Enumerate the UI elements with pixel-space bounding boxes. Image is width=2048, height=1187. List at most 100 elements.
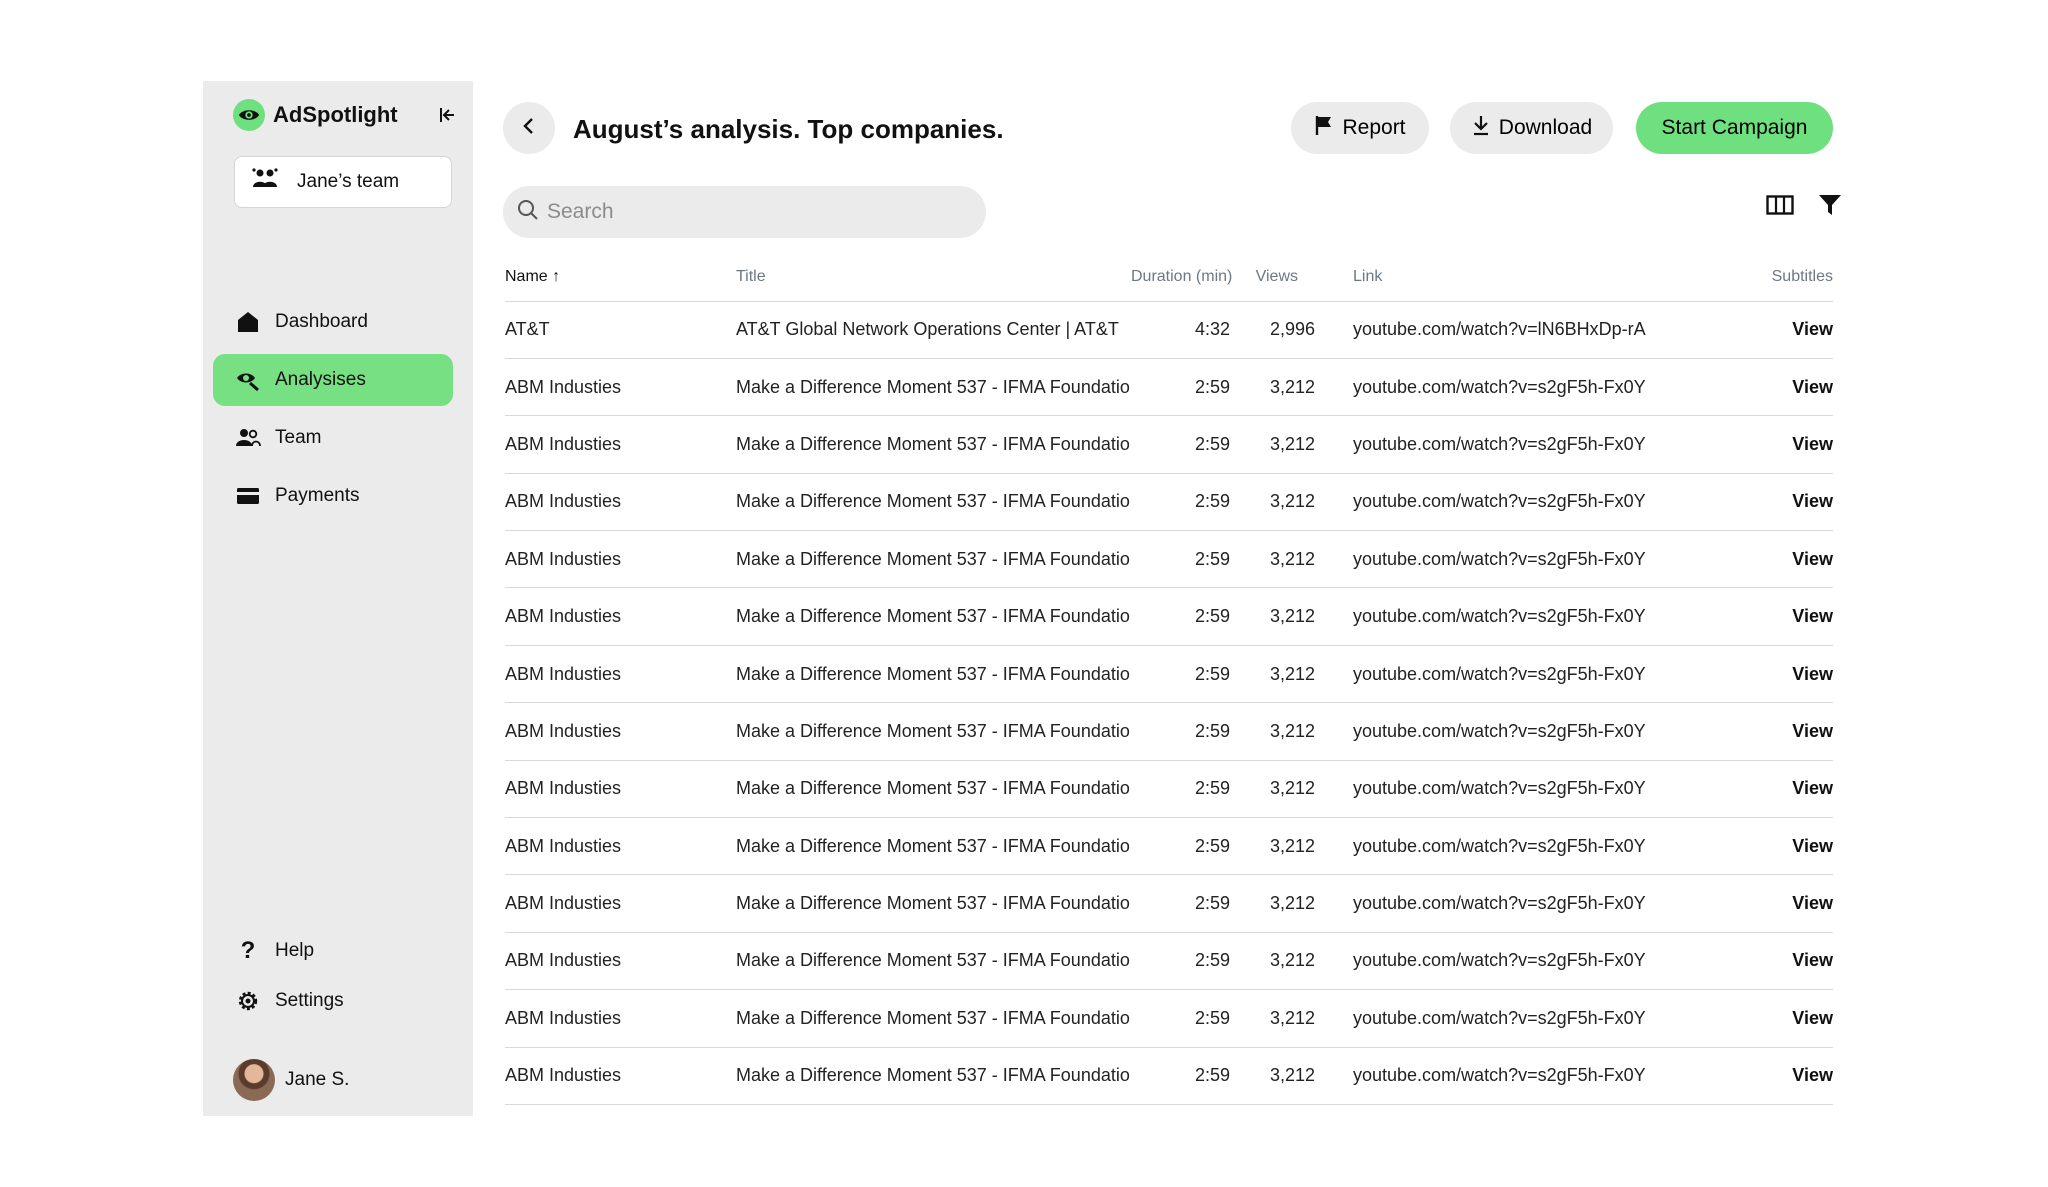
user-profile[interactable]: Jane S.	[233, 1059, 349, 1101]
team-switcher[interactable]: Jane’s team	[234, 156, 452, 208]
cell-name: ABM Industies	[505, 702, 736, 761]
team-label: Jane’s team	[297, 171, 400, 192]
cell-views: 2,996	[1230, 301, 1332, 359]
cell-link[interactable]: youtube.com/watch?v=s2gF5h-Fx0Y	[1332, 817, 1682, 876]
cell-link[interactable]: youtube.com/watch?v=s2gF5h-Fx0Y	[1332, 358, 1682, 417]
start-campaign-button-label: Start Campaign	[1661, 116, 1808, 139]
back-button[interactable]	[503, 102, 555, 154]
analysis-icon	[235, 367, 261, 393]
help-icon: ?	[240, 937, 256, 964]
column-header-duration[interactable]: Duration (min)	[1131, 253, 1232, 302]
cell-duration: 2:59	[1131, 415, 1230, 474]
view-subtitles-link[interactable]: View	[1792, 1065, 1833, 1085]
nav-item-help[interactable]: ? Help	[213, 928, 453, 974]
cell-link[interactable]: youtube.com/watch?v=s2gF5h-Fx0Y	[1332, 760, 1682, 819]
view-subtitles-link[interactable]: View	[1792, 549, 1833, 569]
cell-link[interactable]: youtube.com/watch?v=s2gF5h-Fx0Y	[1332, 587, 1682, 646]
cell-link[interactable]: youtube.com/watch?v=s2gF5h-Fx0Y	[1332, 530, 1682, 589]
cell-subtitles: View	[1682, 530, 1833, 589]
download-button[interactable]: Download	[1450, 102, 1613, 154]
cell-name: ABM Industies	[505, 358, 736, 417]
cell-link[interactable]: youtube.com/watch?v=s2gF5h-Fx0Y	[1332, 702, 1682, 761]
search-bar[interactable]	[503, 186, 986, 238]
view-subtitles-link[interactable]: View	[1792, 377, 1833, 397]
cell-link[interactable]: youtube.com/watch?v=lN6BHxDp-rA	[1332, 301, 1682, 359]
cell-link[interactable]: youtube.com/watch?v=s2gF5h-Fx0Y	[1332, 645, 1682, 704]
view-subtitles-link[interactable]: View	[1792, 434, 1833, 454]
table-row[interactable]: ABM Industies Make a Difference Moment 53…	[505, 760, 1833, 819]
cell-link[interactable]: youtube.com/watch?v=s2gF5h-Fx0Y	[1332, 473, 1682, 532]
cell-subtitles: View	[1682, 760, 1833, 819]
cell-duration: 2:59	[1131, 530, 1230, 589]
view-subtitles-link[interactable]: View	[1792, 778, 1833, 798]
filter-icon[interactable]	[1815, 190, 1845, 220]
cell-link[interactable]: youtube.com/watch?v=s2gF5h-Fx0Y	[1332, 932, 1682, 991]
view-subtitles-link[interactable]: View	[1792, 664, 1833, 684]
cell-views: 3,212	[1230, 817, 1332, 876]
cell-name: ABM Industies	[505, 874, 736, 933]
card-icon	[235, 483, 261, 509]
cell-name: ABM Industies	[505, 645, 736, 704]
user-name: Jane S.	[285, 1069, 350, 1090]
columns-icon[interactable]	[1765, 190, 1795, 220]
view-subtitles-link[interactable]: View	[1792, 319, 1833, 339]
cell-duration: 2:59	[1131, 989, 1230, 1048]
column-header-name[interactable]: Name ↑	[505, 253, 736, 302]
report-button-label: Report	[1342, 116, 1406, 139]
cell-link[interactable]: youtube.com/watch?v=s2gF5h-Fx0Y	[1332, 1047, 1682, 1105]
view-subtitles-link[interactable]: View	[1792, 491, 1833, 511]
cell-views: 3,212	[1230, 415, 1332, 474]
cell-link[interactable]: youtube.com/watch?v=s2gF5h-Fx0Y	[1332, 415, 1682, 474]
cell-subtitles: View	[1682, 932, 1833, 991]
table-row[interactable]: ABM Industies Make a Difference Moment 53…	[505, 530, 1833, 589]
table-row[interactable]: ABM Industies Make a Difference Moment 53…	[505, 702, 1833, 761]
cell-title: Make a Difference Moment 537 - IFMA Foun…	[736, 702, 1131, 761]
download-icon	[1471, 114, 1491, 142]
cell-views: 3,212	[1230, 989, 1332, 1048]
table-row[interactable]: ABM Industies Make a Difference Moment 53…	[505, 358, 1833, 417]
search-input[interactable]	[547, 200, 967, 224]
view-subtitles-link[interactable]: View	[1792, 893, 1833, 913]
cell-title: Make a Difference Moment 537 - IFMA Foun…	[736, 358, 1131, 417]
view-subtitles-link[interactable]: View	[1792, 1008, 1833, 1028]
nav-item-analysises[interactable]: Analysises	[213, 354, 453, 406]
cell-name: AT&T	[505, 301, 736, 359]
table-row[interactable]: ABM Industies Make a Difference Moment 53…	[505, 1047, 1833, 1105]
table-row[interactable]: ABM Industies Make a Difference Moment 53…	[505, 932, 1833, 991]
view-subtitles-link[interactable]: View	[1792, 606, 1833, 626]
table-row[interactable]: ABM Industies Make a Difference Moment 53…	[505, 874, 1833, 933]
view-subtitles-link[interactable]: View	[1792, 950, 1833, 970]
view-subtitles-link[interactable]: View	[1792, 721, 1833, 741]
collapse-sidebar-icon[interactable]	[436, 103, 460, 127]
start-campaign-button[interactable]: Start Campaign	[1636, 102, 1833, 154]
table-row[interactable]: ABM Industies Make a Difference Moment 53…	[505, 415, 1833, 474]
column-header-views[interactable]: Views	[1230, 253, 1332, 302]
report-button[interactable]: Report	[1291, 102, 1429, 154]
cell-link[interactable]: youtube.com/watch?v=s2gF5h-Fx0Y	[1332, 874, 1682, 933]
column-header-link[interactable]: Link	[1332, 253, 1682, 302]
cell-duration: 2:59	[1131, 358, 1230, 417]
table-row[interactable]: AT&T AT&T Global Network Operations Cente…	[505, 301, 1833, 359]
column-header-subtitles[interactable]: Subtitles	[1682, 253, 1833, 302]
table-row[interactable]: ABM Industies Make a Difference Moment 53…	[505, 645, 1833, 704]
table-row[interactable]: ABM Industies Make a Difference Moment 53…	[505, 989, 1833, 1048]
nav-item-settings[interactable]: Settings	[213, 978, 453, 1024]
cell-link[interactable]: youtube.com/watch?v=s2gF5h-Fx0Y	[1332, 989, 1682, 1048]
brand[interactable]: AdSpotlight	[233, 99, 398, 131]
nav-item-label: Analysises	[275, 369, 366, 390]
nav-item-payments[interactable]: Payments	[213, 470, 453, 522]
cell-title: Make a Difference Moment 537 - IFMA Foun…	[736, 817, 1131, 876]
table-row[interactable]: ABM Industies Make a Difference Moment 53…	[505, 587, 1833, 646]
cell-title: Make a Difference Moment 537 - IFMA Foun…	[736, 989, 1131, 1048]
table-row[interactable]: ABM Industies Make a Difference Moment 53…	[505, 473, 1833, 532]
nav-item-dashboard[interactable]: Dashboard	[213, 296, 453, 348]
cell-title: Make a Difference Moment 537 - IFMA Foun…	[736, 530, 1131, 589]
nav-item-label: Dashboard	[275, 311, 368, 332]
table-row[interactable]: ABM Industies Make a Difference Moment 53…	[505, 817, 1833, 876]
cell-name: ABM Industies	[505, 760, 736, 819]
nav-item-team[interactable]: Team	[213, 412, 453, 464]
cell-subtitles: View	[1682, 817, 1833, 876]
table-header-row: Name ↑ Title Duration (min) Views Link S…	[505, 253, 1833, 302]
column-header-title[interactable]: Title	[736, 253, 1131, 302]
view-subtitles-link[interactable]: View	[1792, 836, 1833, 856]
